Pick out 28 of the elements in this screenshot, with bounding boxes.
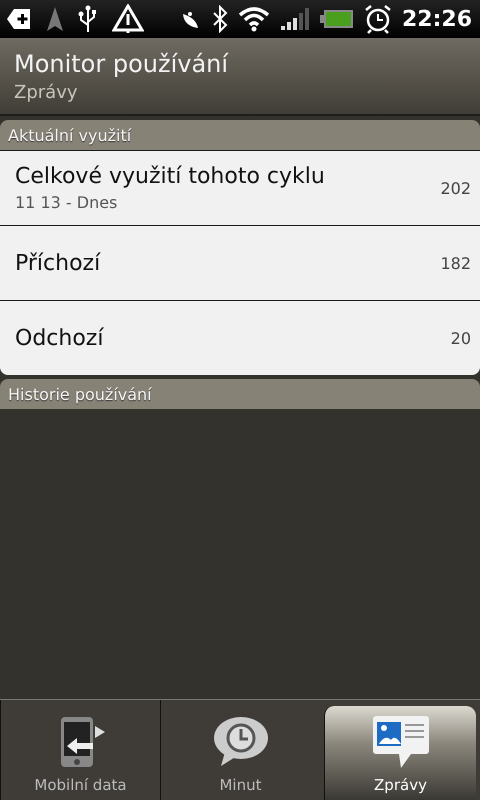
message-icon — [370, 714, 430, 770]
list-row[interactable]: Odchozí 20 — [0, 300, 480, 375]
notification-icon — [6, 8, 32, 30]
tab[interactable]: Minut — [160, 700, 320, 800]
navigation-icon — [46, 6, 64, 32]
warning-icon — [112, 4, 144, 34]
tab[interactable]: Zprávy — [324, 706, 476, 800]
list-row[interactable]: Celkové využití tohoto cyklu 11 13 - Dnes 202 — [0, 150, 480, 225]
row-label: Celkové využití tohoto cyklu — [15, 164, 325, 189]
battery-icon — [320, 9, 354, 29]
row-count: 182 — [440, 254, 471, 272]
row-count: 202 — [440, 178, 471, 198]
signal-icon — [280, 7, 310, 31]
row-label: Odchozí — [15, 326, 104, 350]
wifi-icon — [238, 6, 270, 32]
screen-subtitle: Zprávy — [14, 82, 78, 102]
screen-title: Monitor používání — [14, 50, 228, 78]
usb-icon — [78, 5, 98, 33]
row-sublabel: 11 13 - Dnes — [15, 193, 118, 212]
row-count: 20 — [450, 328, 471, 348]
row-label: Příchozí — [15, 250, 100, 276]
alarm-clock-icon — [364, 4, 392, 34]
bluetooth-icon — [212, 5, 228, 33]
section-header: Aktuální využití — [0, 120, 480, 150]
list-row[interactable]: Příchozí 182 — [0, 225, 480, 300]
clock-time: 22:26 — [402, 6, 472, 32]
tab[interactable]: Mobilní data — [0, 700, 160, 800]
section-header: Historie používání — [0, 379, 480, 409]
